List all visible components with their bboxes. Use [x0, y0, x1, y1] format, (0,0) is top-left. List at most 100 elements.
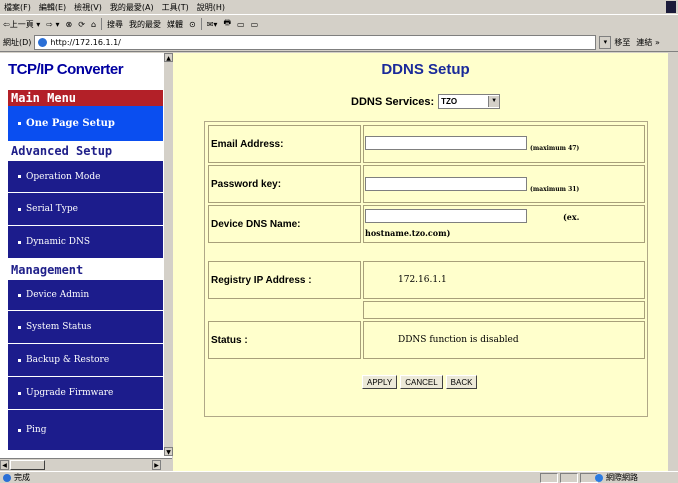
bullet-icon	[18, 240, 21, 244]
registry-ip-value-cell: 172.16.1.1	[363, 261, 645, 299]
ddns-services-select[interactable]: TZO ▼	[438, 94, 501, 109]
mail-icon[interactable]: ✉▾	[204, 20, 221, 29]
product-title: TCP/IP Converter	[8, 61, 124, 78]
cancel-button[interactable]: CANCEL	[400, 375, 443, 389]
print-icon[interactable]: 🖶	[220, 17, 234, 31]
password-label: Password key:	[211, 178, 282, 190]
ddns-services-label: DDNS Services:	[351, 95, 435, 108]
nav-item-label: Backup & Restore	[26, 355, 110, 365]
email-field[interactable]	[365, 136, 527, 150]
favorites-button[interactable]: 我的最愛	[126, 19, 164, 30]
nav-item-system-status[interactable]: System Status	[8, 311, 163, 343]
nav-item-backup-restore[interactable]: Backup & Restore	[8, 344, 163, 376]
dns-name-field[interactable]	[365, 209, 527, 223]
page-title: DDNS Setup	[381, 61, 470, 78]
go-button[interactable]: 移至	[611, 37, 633, 48]
media-button[interactable]: 媒體	[164, 19, 186, 30]
dns-hint-example: hostname.tzo.com)	[365, 228, 451, 238]
toolbar-divider	[200, 18, 202, 30]
email-label-cell: Email Address:	[208, 125, 361, 163]
password-field[interactable]	[365, 177, 527, 191]
address-label: 網址(D)	[3, 37, 32, 47]
nav-item-serial-type[interactable]: Serial Type	[8, 193, 163, 225]
done-icon	[3, 473, 11, 482]
email-label: Email Address:	[211, 138, 284, 150]
scroll-down-icon[interactable]: ▼	[164, 447, 173, 456]
chevron-down-icon: ▼	[488, 96, 500, 107]
email-hint: (maximum 47)	[530, 145, 580, 152]
menu-file[interactable]: 檔案(F)	[0, 2, 35, 13]
menu-favorites[interactable]: 我的最愛(A)	[106, 2, 158, 13]
url-dropdown-icon[interactable]: ▾	[599, 35, 612, 49]
menu-bar: 檔案(F) 編輯(E) 檢視(V) 我的最愛(A) 工具(T) 說明(H)	[0, 0, 678, 14]
dns-hint-prefix: (ex.	[563, 212, 580, 222]
main-menu-header: Main Menu	[8, 90, 163, 106]
url-text: http://172.16.1.1/	[50, 37, 121, 47]
empty-value-cell	[363, 301, 645, 319]
content-scrollbar[interactable]	[668, 53, 678, 471]
nav-item-operation-mode[interactable]: Operation Mode	[8, 161, 163, 192]
apply-button[interactable]: APPLY	[362, 375, 398, 389]
bullet-icon	[18, 358, 21, 362]
bullet-icon	[18, 207, 21, 211]
nav-item-label: System Status	[26, 322, 92, 332]
bullet-icon	[18, 325, 21, 329]
dns-name-label-cell: Device DNS Name:	[208, 205, 361, 243]
search-button[interactable]: 搜尋	[104, 19, 126, 30]
edit-icon[interactable]: ▭	[234, 20, 248, 29]
address-bar: 網址(D) http://172.16.1.1/ ▾ 移至 連結 »	[0, 33, 678, 52]
bullet-icon	[18, 428, 21, 432]
browser-toolbar: ⇦上一頁 ▾ ⇨ ▾ ⊗ ⟳ ⌂ 搜尋 我的最愛 媒體 ⊙ ✉▾ 🖶 ▭ ▭	[0, 14, 678, 34]
nav-item-label: Device Admin	[26, 290, 90, 300]
nav-item-dynamic-dns[interactable]: Dynamic DNS	[8, 226, 163, 258]
status-label: Status :	[211, 334, 248, 346]
security-zone: 網際網路	[595, 472, 638, 483]
scroll-right-icon[interactable]: ▶	[152, 460, 161, 470]
back-button[interactable]: BACK	[445, 375, 478, 389]
status-value: DDNS function is disabled	[398, 335, 519, 345]
scroll-left-icon[interactable]: ◀	[0, 460, 9, 470]
home-icon[interactable]: ⌂	[88, 20, 99, 29]
email-value-cell: (maximum 47)	[363, 125, 645, 163]
ddns-services-value: TZO	[441, 97, 458, 106]
password-label-cell: Password key:	[208, 165, 361, 203]
url-field[interactable]: http://172.16.1.1/	[34, 34, 597, 50]
nav-item-one-page-setup[interactable]: One Page Setup	[8, 106, 163, 141]
bullet-icon	[18, 175, 21, 178]
form-buttons: APPLY CANCEL BACK	[362, 375, 480, 389]
links-button[interactable]: 連結 »	[633, 37, 662, 48]
toolbar-divider	[101, 18, 103, 30]
nav-item-label: One Page Setup	[26, 118, 115, 129]
registry-ip-label-cell: Registry IP Address :	[208, 261, 361, 299]
nav-item-device-admin[interactable]: Device Admin	[8, 280, 163, 310]
menu-edit[interactable]: 編輯(E)	[35, 2, 70, 13]
password-value-cell: (maximum 31)	[363, 165, 645, 203]
back-button[interactable]: ⇦上一頁 ▾	[0, 19, 43, 30]
menu-view[interactable]: 檢視(V)	[70, 2, 106, 13]
dns-name-label: Device DNS Name:	[211, 218, 301, 230]
menu-tools[interactable]: 工具(T)	[158, 2, 193, 13]
nav-vertical-scrollbar[interactable]: ▲ ▼	[163, 53, 173, 456]
scroll-thumb[interactable]	[10, 460, 45, 470]
discuss-icon[interactable]: ▭	[248, 20, 262, 29]
nav-item-upgrade-firmware[interactable]: Upgrade Firmware	[8, 377, 163, 409]
history-icon[interactable]: ⊙	[186, 20, 199, 29]
bullet-icon	[18, 293, 21, 297]
nav-item-ping[interactable]: Ping	[8, 410, 163, 450]
globe-icon	[595, 473, 603, 482]
scroll-up-icon[interactable]: ▲	[164, 53, 173, 62]
zone-label: 網際網路	[606, 473, 638, 482]
dns-name-value-cell: (ex. hostname.tzo.com)	[363, 205, 645, 243]
status-value-cell: DDNS function is disabled	[363, 321, 645, 359]
password-hint: (maximum 31)	[530, 186, 580, 193]
menu-help[interactable]: 說明(H)	[193, 2, 229, 13]
forward-button[interactable]: ⇨ ▾	[43, 20, 62, 29]
nav-horizontal-scrollbar[interactable]: ◀ ▶	[0, 458, 172, 471]
nav-item-label: Serial Type	[26, 204, 78, 214]
stop-icon[interactable]: ⊗	[63, 20, 76, 29]
management-header: Management	[8, 260, 163, 280]
advanced-setup-header: Advanced Setup	[8, 141, 163, 161]
nav-item-label: Dynamic DNS	[26, 237, 91, 247]
refresh-icon[interactable]: ⟳	[75, 20, 88, 29]
empty-label-cell	[208, 301, 361, 319]
